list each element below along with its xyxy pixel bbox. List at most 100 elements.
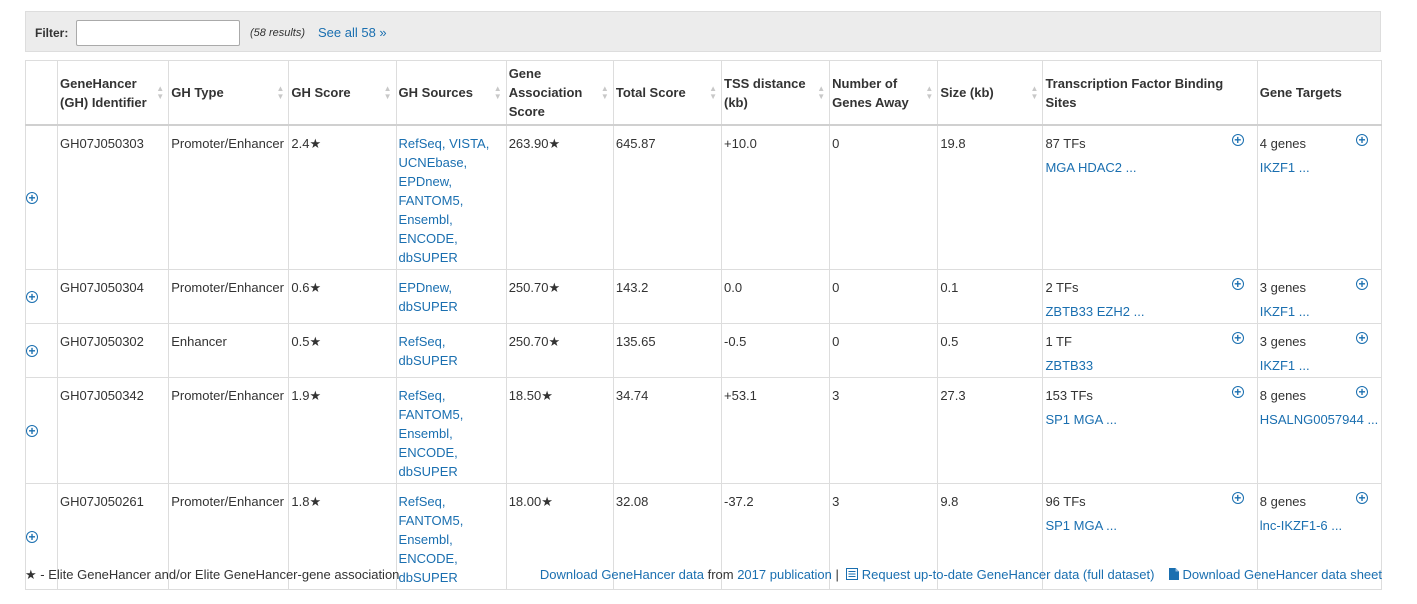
from-text: from [707,567,734,582]
col-header-total[interactable]: Total Score ▲ ▼ [612,60,723,126]
source-link[interactable]: EPDnew, [399,278,504,297]
source-link[interactable]: ENCODE, [399,549,504,568]
source-link[interactable]: Ensembl, [399,530,504,549]
col-header-identifier[interactable]: GeneHancer (GH) Identifier ▲ ▼ [57,60,170,126]
source-link[interactable]: ENCODE, [399,229,504,248]
plus-circle-icon[interactable]: + [1231,278,1244,290]
plus-circle-icon[interactable]: + [1231,386,1244,398]
sort-icon: ▲ ▼ [1030,83,1039,101]
source-link[interactable]: RefSeq, VISTA, [399,134,504,153]
col-header-sources[interactable]: GH Sources ▲ ▼ [395,60,507,126]
assoc-score: 18.50★ [505,377,614,484]
targets-list[interactable]: lnc-IKZF1-6 ... [1260,516,1379,535]
gh-sources: RefSeq, VISTA, UCNEbase, EPDnew, FANTOM5… [395,124,507,270]
gh-type: Promoter/Enhancer [168,124,290,270]
gh-identifier: GH07J050302 [57,323,170,378]
source-link[interactable]: UCNEbase, [399,153,504,172]
targets-cell: 4 genes + IKZF1 ... [1256,124,1383,270]
plus-circle-icon[interactable]: + [1231,134,1244,146]
plus-circle-icon[interactable]: + [26,425,38,437]
tfbs-count: 2 TFs [1045,280,1079,295]
tfbs-count: 96 TFs [1045,494,1086,509]
plus-circle-icon[interactable]: + [1356,278,1368,290]
total-score: 135.65 [612,323,723,378]
tfbs-cell: 153 TFs + SP1 MGA ... [1042,377,1258,484]
sort-icon: ▲ ▼ [276,83,285,101]
col-header-type[interactable]: GH Type ▲ ▼ [168,60,290,126]
sort-icon: ▲ ▼ [156,83,165,101]
col-header-genes-away[interactable]: Number of Genes Away ▲ ▼ [829,60,939,126]
tfbs-list[interactable]: SP1 MGA ... [1045,410,1254,429]
gh-score: 0.6★ [288,269,397,324]
tfbs-count: 1 TF [1045,334,1072,349]
source-link[interactable]: Ensembl, [399,424,504,443]
plus-circle-icon[interactable]: + [1356,386,1368,398]
tfbs-list[interactable]: ZBTB33 [1045,356,1254,375]
plus-circle-icon[interactable]: + [26,345,38,357]
plus-circle-icon[interactable]: + [1231,332,1244,344]
col-header-size[interactable]: Size (kb) ▲ ▼ [937,60,1044,126]
sort-icon: ▲ ▼ [709,83,717,101]
plus-circle-icon[interactable]: + [1356,492,1368,504]
source-link[interactable]: Ensembl, [399,210,504,229]
assoc-score: 250.70★ [505,323,614,378]
col-header-assoc[interactable]: Gene Association Score ▲ ▼ [505,60,614,126]
source-link[interactable]: FANTOM5, [399,405,504,424]
download-data-link[interactable]: Download GeneHancer data [540,567,704,582]
sort-icon: ▲ ▼ [817,83,826,101]
targets-list[interactable]: HSALNG0057944 ... [1260,410,1379,429]
sort-icon: ▲ ▼ [925,83,934,101]
plus-circle-icon[interactable]: + [26,291,38,303]
source-link[interactable]: FANTOM5, [399,191,504,210]
table-row: + GH07J050302 Enhancer 0.5★ RefSeq, dbSU… [24,323,1383,378]
see-all-link[interactable]: See all 58 » [318,25,387,40]
total-score: 143.2 [612,269,723,324]
col-header-tss[interactable]: TSS distance (kb) ▲ ▼ [720,60,831,126]
gh-score: 1.9★ [288,377,397,484]
plus-circle-icon[interactable]: + [1231,492,1244,504]
publication-link[interactable]: 2017 publication [737,567,832,582]
plus-circle-icon[interactable]: + [1356,332,1368,344]
size-kb: 0.5 [937,323,1044,378]
gh-sources: RefSeq, dbSUPER [395,323,507,378]
targets-count: 3 genes [1259,334,1307,349]
targets-list[interactable]: IKZF1 ... [1260,356,1379,375]
source-link[interactable]: FANTOM5, [399,511,504,530]
source-link[interactable]: RefSeq, [399,332,504,351]
tfbs-list[interactable]: MGA HDAC2 ... [1045,158,1254,177]
results-count: (58 results) [250,27,306,39]
source-link[interactable]: dbSUPER [399,297,504,316]
tfbs-list[interactable]: ZBTB33 EZH2 ... [1045,302,1254,321]
download-sheet-link[interactable]: Download GeneHancer data sheet [1183,567,1382,582]
separator: | [835,567,839,582]
source-link[interactable]: EPDnew, [399,172,504,191]
source-link[interactable]: dbSUPER [399,248,504,267]
source-link[interactable]: ENCODE, [399,443,504,462]
plus-circle-icon[interactable]: + [26,531,38,543]
gh-score: 2.4★ [288,124,397,270]
tss-distance: +53.1 [720,377,831,484]
targets-count: 3 genes [1259,280,1307,295]
source-link[interactable]: dbSUPER [399,568,504,587]
sort-icon: ▲ ▼ [383,83,392,101]
request-data-link[interactable]: Request up-to-date GeneHancer data (full… [862,567,1155,582]
gh-score: 0.5★ [288,323,397,378]
tfbs-cell: 87 TFs + MGA HDAC2 ... [1042,124,1258,270]
gh-identifier: GH07J050303 [57,124,170,270]
targets-list[interactable]: IKZF1 ... [1260,158,1379,177]
plus-circle-icon[interactable]: + [26,192,38,204]
targets-list[interactable]: IKZF1 ... [1260,302,1379,321]
plus-circle-icon[interactable]: + [1356,134,1368,146]
filter-bar: Filter: (58 results) See all 58 » [25,11,1381,52]
source-link[interactable]: dbSUPER [399,462,504,481]
gh-sources: RefSeq, FANTOM5, Ensembl, ENCODE, dbSUPE… [395,483,507,590]
source-link[interactable]: dbSUPER [399,351,504,370]
tfbs-list[interactable]: SP1 MGA ... [1045,516,1254,535]
table-row: + GH07J050303 Promoter/Enhancer 2.4★ Ref… [24,124,1383,270]
source-link[interactable]: RefSeq, [399,386,504,405]
filter-input[interactable] [76,20,240,46]
source-link[interactable]: RefSeq, [399,492,504,511]
col-header-score[interactable]: GH Score ▲ ▼ [288,60,397,126]
genes-away: 3 [829,377,939,484]
document-icon [1168,568,1179,583]
